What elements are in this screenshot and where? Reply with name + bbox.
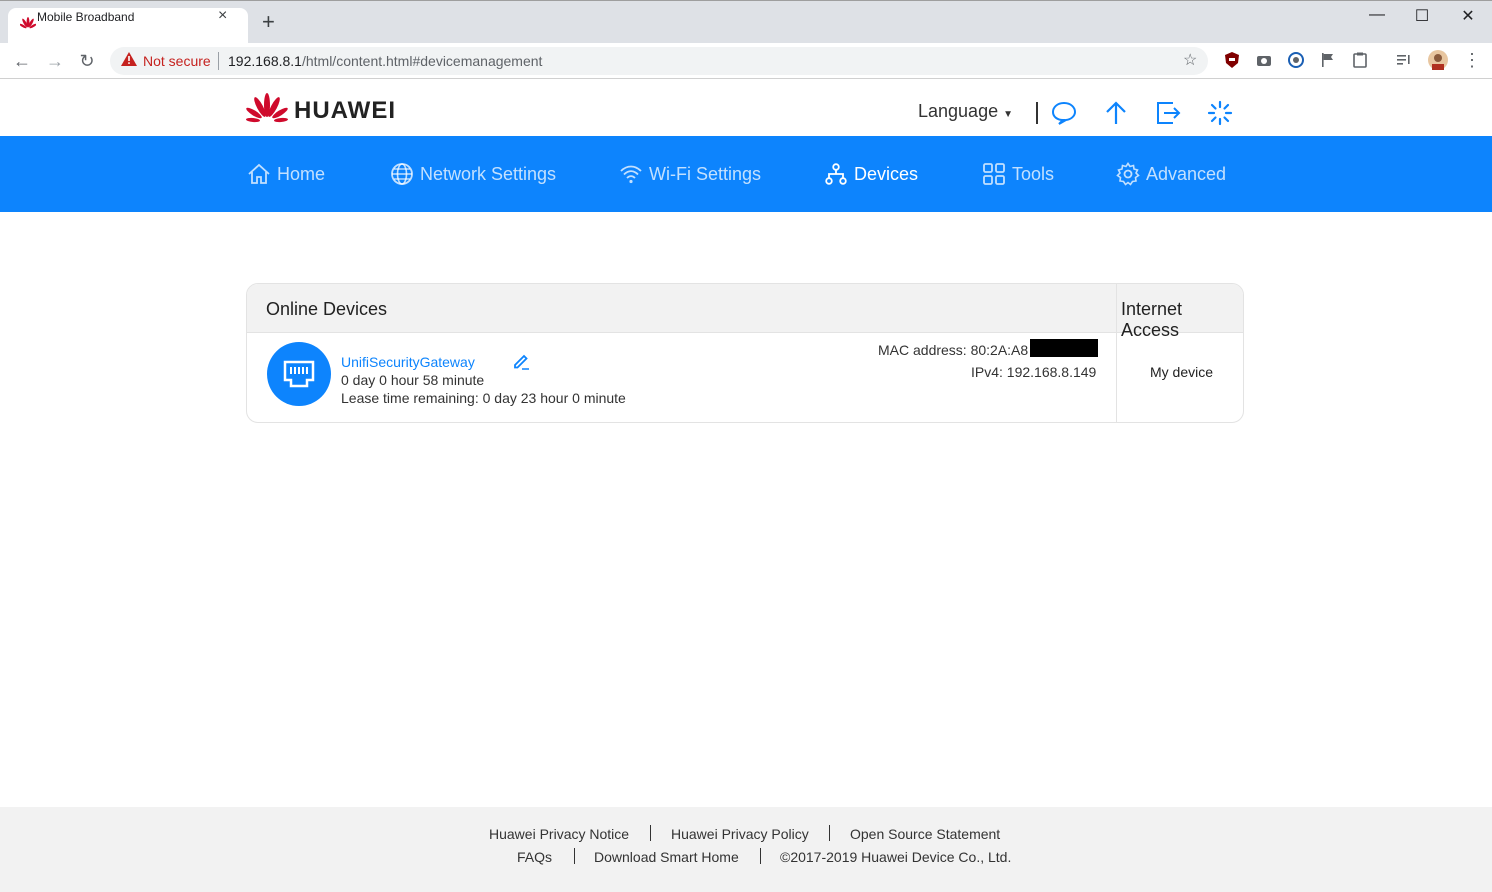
logout-icon[interactable] — [1155, 100, 1181, 126]
flag-icon[interactable] — [1320, 52, 1336, 68]
url-path: /html/content.html#devicemanagement — [301, 53, 543, 69]
camera-icon[interactable] — [1256, 52, 1272, 68]
device-internet-access: My device — [1150, 364, 1214, 380]
nav-tools-label: Tools — [1012, 163, 1055, 184]
tab-close-icon[interactable]: × — [218, 7, 227, 25]
nav-devices[interactable]: Devices — [824, 160, 918, 188]
message-bubble-icon[interactable] — [1051, 100, 1077, 126]
device-mac-address: MAC address: 80:2A:A8 — [878, 342, 1029, 358]
nav-advanced-label: Advanced — [1146, 163, 1227, 184]
nav-wifi-settings[interactable]: Wi-Fi Settings — [619, 160, 761, 188]
url-host: 192.168.8.1 — [228, 53, 302, 69]
media-control-icon[interactable] — [1396, 52, 1412, 68]
column-divider — [1116, 284, 1117, 422]
footer-divider — [574, 848, 575, 864]
clipboard-icon[interactable] — [1352, 52, 1368, 68]
redaction-bar — [1030, 339, 1098, 357]
profile-avatar[interactable] — [1428, 50, 1448, 70]
nav-devices-label: Devices — [854, 163, 919, 184]
language-label: Language — [918, 101, 999, 121]
address-divider — [218, 52, 219, 70]
url-text[interactable]: 192.168.8.1/html/content.html#devicemana… — [228, 53, 542, 69]
edit-pencil-icon[interactable] — [512, 352, 530, 370]
ublock-icon[interactable] — [1224, 52, 1240, 68]
caret-down-icon: ▼ — [1003, 109, 1014, 120]
brand-wordmark: HUAWEI — [294, 97, 396, 124]
not-secure-label[interactable]: Not secure — [143, 53, 211, 69]
tools-grid-icon — [983, 163, 1005, 185]
nav-advanced[interactable]: Advanced — [1116, 160, 1226, 188]
reload-icon[interactable]: ↻ — [75, 50, 99, 72]
device-ipv4: IPv4: 192.168.8.149 — [971, 364, 1097, 380]
device-avatar — [267, 342, 331, 406]
nav-tools[interactable]: Tools — [982, 160, 1054, 188]
device-lease-remaining: Lease time remaining: 0 day 23 hour 0 mi… — [341, 390, 626, 406]
nav-home-label: Home — [277, 163, 326, 184]
gear-icon — [1116, 162, 1140, 186]
warning-icon — [121, 52, 137, 66]
huawei-favicon-icon — [20, 17, 36, 29]
page-footer — [0, 807, 1492, 892]
device-connected-duration: 0 day 0 hour 58 minute — [341, 372, 485, 388]
browser-menu-icon[interactable]: ⋮ — [1463, 50, 1481, 71]
table-header — [247, 284, 1243, 333]
footer-privacy-notice[interactable]: Huawei Privacy Notice — [489, 826, 629, 842]
footer-divider — [650, 825, 651, 841]
footer-faqs[interactable]: FAQs — [517, 849, 552, 865]
nav-network-settings-label: Network Settings — [420, 163, 557, 184]
home-icon — [248, 163, 270, 184]
footer-divider — [760, 848, 761, 864]
language-dropdown[interactable]: Language ▼ — [918, 101, 1013, 122]
footer-open-source[interactable]: Open Source Statement — [850, 826, 1000, 842]
window-close-icon[interactable]: ✕ — [1445, 6, 1491, 26]
footer-download-smart-home[interactable]: Download Smart Home — [594, 849, 739, 865]
loading-spinner-icon — [1207, 100, 1233, 126]
nav-wifi-settings-label: Wi-Fi Settings — [649, 163, 762, 184]
online-devices-heading: Online Devices — [266, 299, 388, 319]
online-devices-table: Online Devices Internet Access UnifiSecu… — [246, 283, 1244, 423]
internet-access-heading: Internet Access — [1121, 299, 1183, 340]
wifi-icon — [620, 165, 642, 184]
minimize-icon[interactable]: — — [1354, 6, 1400, 24]
bookmark-star-icon[interactable]: ☆ — [1183, 50, 1197, 70]
globe-icon — [391, 163, 413, 185]
back-arrow-icon[interactable]: ← — [10, 50, 34, 72]
forward-arrow-icon[interactable]: → — [43, 50, 67, 72]
huawei-logo-icon[interactable] — [245, 93, 289, 125]
new-tab-button[interactable]: + — [262, 11, 275, 33]
nav-network-settings[interactable]: Network Settings — [390, 160, 556, 188]
update-arrow-icon[interactable] — [1103, 100, 1129, 126]
password-manager-icon[interactable] — [1288, 52, 1304, 68]
nav-home[interactable]: Home — [247, 160, 325, 188]
tab-title: Mobile Broadband — [37, 10, 135, 24]
footer-privacy-policy[interactable]: Huawei Privacy Policy — [671, 826, 809, 842]
footer-copyright: ©2017-2019 Huawei Device Co., Ltd. — [780, 849, 1012, 865]
footer-divider — [829, 825, 830, 841]
device-name-link[interactable]: UnifiSecurityGateway — [341, 354, 475, 370]
maximize-icon[interactable]: ☐ — [1399, 6, 1445, 26]
devices-icon — [825, 163, 847, 185]
ethernet-port-icon — [283, 360, 315, 388]
header-divider — [1036, 102, 1038, 124]
